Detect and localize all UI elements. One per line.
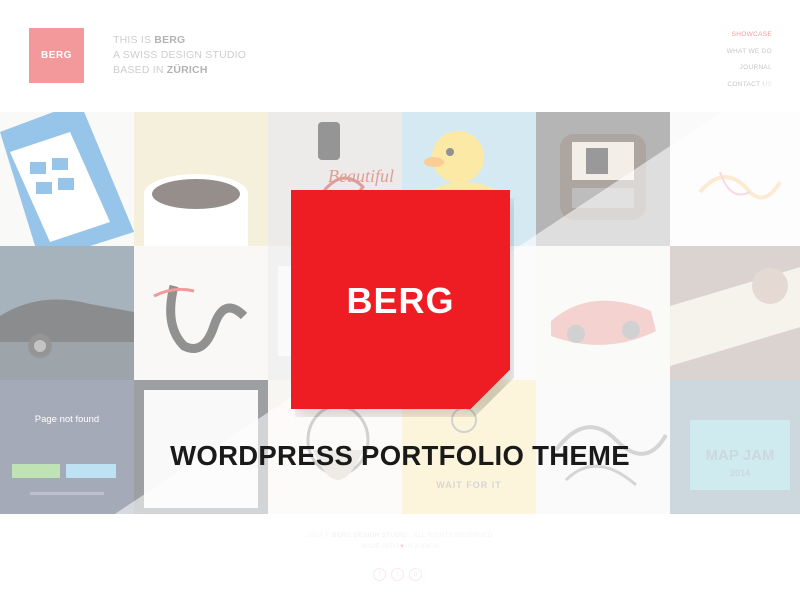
nav-item-journal[interactable]: JOURNAL [727, 60, 772, 77]
nav-item-what-we-do[interactable]: WHAT WE DO [727, 44, 772, 61]
nav-item-contact-us[interactable]: CONTACT US [727, 77, 772, 94]
portfolio-tile-blue-cards[interactable] [0, 112, 134, 246]
footer-copyright: 2014 © BERG DESIGN STUDIO · ALL RIGHTS R… [307, 532, 493, 539]
site-header: BERG THIS IS BERG A SWISS DESIGN STUDIO … [0, 0, 800, 112]
social-links: f t d [373, 568, 422, 581]
wait-for-it-text: WAIT FOR IT [436, 480, 502, 490]
berg-logo-small[interactable]: BERG [29, 28, 84, 83]
main-logo-text: BERG [346, 279, 455, 321]
portfolio-tile-brush-lettering[interactable] [134, 246, 268, 380]
portfolio-tile-sports-car[interactable] [0, 246, 134, 380]
tagline-line-1: THIS IS BERG [113, 34, 186, 46]
portfolio-tile-red-car-illustration[interactable] [536, 246, 670, 380]
portfolio-tile-food-app[interactable] [670, 246, 800, 380]
dribbble-icon[interactable]: d [409, 568, 422, 581]
nav-item-showcase[interactable]: SHOWCASE [727, 27, 772, 44]
portfolio-tile-app-icon[interactable] [536, 112, 670, 246]
facebook-icon[interactable]: f [373, 568, 386, 581]
studio-tagline: THIS IS BERG A SWISS DESIGN STUDIO BASED… [113, 33, 246, 78]
portfolio-tile-coffee-cup[interactable] [134, 112, 268, 246]
promo-headline: WORDPRESS PORTFOLIO THEME [170, 440, 630, 471]
berg-logo-main: BERG [291, 190, 510, 409]
site-footer: 2014 © BERG DESIGN STUDIO · ALL RIGHTS R… [0, 530, 800, 552]
page-not-found-text: Page not found [35, 414, 99, 425]
portfolio-tile-script-logo[interactable] [670, 112, 800, 246]
twitter-icon[interactable]: t [391, 568, 404, 581]
tagline-line-2: A SWISS DESIGN STUDIO [113, 49, 247, 61]
main-nav: SHOWCASE WHAT WE DO JOURNAL CONTACT US [727, 27, 772, 93]
footer-made-with: MADE WITH ♥ IN ZÜRICH [361, 543, 439, 550]
beautiful-lettering: Beautiful [328, 166, 394, 186]
small-logo-text: BERG [41, 50, 72, 61]
tagline-line-3: BASED IN ZÜRICH [113, 64, 208, 76]
